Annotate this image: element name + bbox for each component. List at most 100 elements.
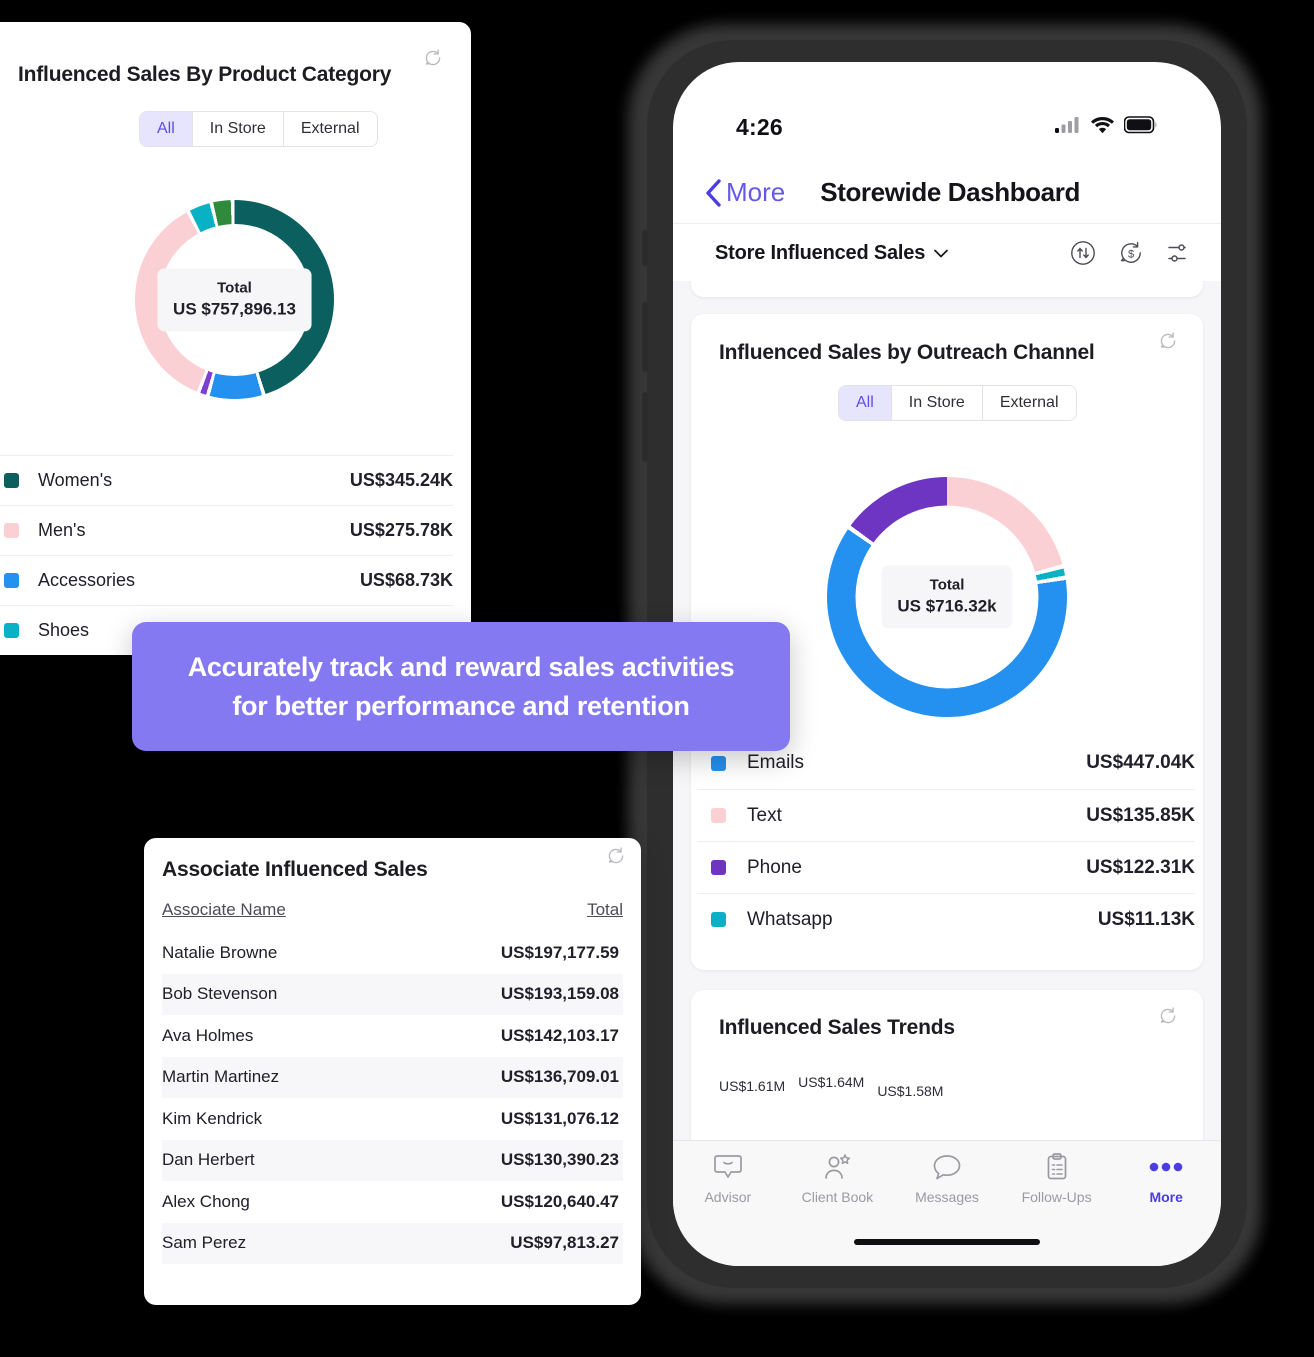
table-header: Associate Name Total: [162, 900, 623, 932]
wifi-icon: [1090, 116, 1115, 139]
card-title: Influenced Sales By Product Category: [18, 63, 392, 86]
banner-text: Accurately track and reward sales activi…: [188, 648, 735, 725]
filter-tab-all[interactable]: All: [140, 112, 193, 146]
filter-tab-in-store[interactable]: In Store: [891, 386, 983, 420]
nav-bar: More Storewide Dashboard: [673, 162, 1221, 224]
cell-total: US$120,640.47: [500, 1191, 619, 1211]
cellular-signal-icon: [1055, 116, 1081, 139]
refresh-icon[interactable]: [606, 846, 626, 866]
category-donut-chart: Total US $757,896.13: [135, 200, 334, 399]
back-button-label[interactable]: More: [726, 177, 785, 208]
tab-label: Messages: [915, 1189, 979, 1205]
donut-center-label: Total US $716.32k: [881, 565, 1013, 629]
phone-volume-up-button[interactable]: [642, 302, 648, 372]
filter-tab-external[interactable]: External: [982, 386, 1076, 420]
cell-total: US$97,813.27: [510, 1233, 619, 1253]
filter-tab-in-store[interactable]: In Store: [192, 112, 284, 146]
legend-color-swatch: [711, 755, 726, 771]
legend-value: US$11.13K: [1097, 908, 1195, 930]
banner-line-2: for better performance and retention: [232, 690, 690, 721]
table-row[interactable]: Bob Stevenson US$193,159.08: [162, 973, 623, 1015]
dashboard-selector-label[interactable]: Store Influenced Sales: [715, 242, 925, 265]
table-row[interactable]: Dan Herbert US$130,390.23: [162, 1139, 623, 1181]
legend-color-swatch: [4, 623, 19, 638]
messages-bubble-icon: [932, 1152, 962, 1182]
legend-color-swatch: [711, 808, 726, 823]
refresh-icon[interactable]: [1158, 331, 1178, 351]
table-row[interactable]: Ava Holmes US$142,103.17: [162, 1015, 623, 1057]
legend-label: Emails: [747, 752, 805, 773]
sort-arrows-icon[interactable]: [1070, 240, 1096, 266]
table-row[interactable]: Sam Perez US$97,813.27: [162, 1222, 623, 1264]
donut-total-value: US $716.32k: [897, 596, 997, 616]
legend-value: US$345.24K: [349, 470, 453, 490]
currency-refresh-icon[interactable]: $: [1118, 240, 1144, 266]
product-category-card: Influenced Sales By Product Category All…: [0, 22, 471, 655]
legend-label: Phone: [747, 856, 802, 878]
card-title: Associate Influenced Sales: [162, 858, 428, 881]
sales-trends-card: Influenced Sales Trends US$1.61M US$1.64M…: [691, 990, 1203, 1140]
legend-label: Women's: [38, 470, 113, 490]
legend-label: Men's: [38, 520, 86, 540]
filter-tab-all[interactable]: All: [839, 386, 892, 420]
chevron-left-icon[interactable]: [705, 178, 721, 207]
trend-data-label: US$1.58M: [877, 1083, 944, 1099]
banner-line-1: Accurately track and reward sales activi…: [187, 652, 735, 683]
tab-follow-ups[interactable]: Follow-Ups: [1002, 1152, 1112, 1205]
table-row[interactable]: Martin Martinez US$136,709.01: [162, 1056, 623, 1098]
legend-row: Men's US$275.78K: [0, 505, 453, 555]
cell-total: US$193,159.08: [500, 984, 619, 1004]
phone-volume-down-button[interactable]: [642, 392, 648, 462]
tab-client-book[interactable]: Client Book: [783, 1152, 893, 1205]
table-row[interactable]: Kim Kendrick US$131,076.12: [162, 1098, 623, 1140]
previous-card-peek: [691, 281, 1203, 297]
advisor-chat-icon: [713, 1152, 743, 1182]
channel-filter-segmented-control: All In Store External: [838, 385, 1077, 421]
card-title: Influenced Sales by Outreach Channel: [719, 341, 1095, 364]
refresh-icon[interactable]: [1158, 1006, 1178, 1026]
table-row[interactable]: Natalie Browne US$197,177.59: [162, 932, 623, 974]
legend-value: US$135.85K: [1086, 804, 1195, 826]
client-book-icon: [822, 1152, 852, 1182]
refresh-icon[interactable]: [423, 48, 443, 68]
filter-tab-external[interactable]: External: [283, 112, 377, 146]
associates-table: Associate Name Total Natalie Browne US$19…: [162, 900, 623, 1264]
legend-color-swatch: [4, 473, 19, 488]
tab-messages[interactable]: Messages: [892, 1152, 1002, 1205]
cell-total: US$131,076.12: [500, 1108, 619, 1128]
battery-icon: [1123, 115, 1158, 139]
legend-row: Women's US$345.24K: [0, 455, 453, 505]
legend-color-swatch: [711, 860, 726, 875]
phone-mute-button[interactable]: [642, 230, 648, 266]
filter-sliders-icon[interactable]: [1166, 240, 1192, 266]
cell-total: US$130,390.23: [500, 1150, 619, 1170]
trend-data-label: US$1.61M: [719, 1078, 786, 1094]
page-title: Storewide Dashboard: [820, 177, 1080, 207]
cell-associate-name: Alex Chong: [162, 1191, 250, 1211]
svg-text:$: $: [1128, 248, 1134, 260]
cell-associate-name: Bob Stevenson: [162, 984, 278, 1004]
legend-label: Text: [747, 804, 782, 826]
cell-total: US$197,177.59: [500, 942, 619, 962]
column-header-total[interactable]: Total: [587, 900, 623, 920]
legend-row: Phone US$122.31K: [697, 841, 1195, 893]
dashboard-toolbar: Store Influenced Sales $: [673, 225, 1221, 281]
tab-more[interactable]: More: [1111, 1152, 1221, 1205]
trend-data-labels: US$1.61M US$1.64M US$1.58M: [719, 1074, 943, 1099]
column-header-name[interactable]: Associate Name: [162, 900, 587, 920]
cell-associate-name: Natalie Browne: [162, 942, 278, 962]
legend-color-swatch: [711, 912, 726, 927]
donut-total-value: US $757,896.13: [173, 299, 296, 319]
legend-label: Whatsapp: [747, 908, 833, 930]
table-row[interactable]: Alex Chong US$120,640.47: [162, 1181, 623, 1223]
donut-total-label: Total: [929, 576, 965, 594]
trend-data-label: US$1.64M: [798, 1074, 865, 1090]
tab-advisor[interactable]: Advisor: [673, 1152, 783, 1205]
category-filter-segmented-control: All In Store External: [139, 111, 378, 147]
cell-total: US$136,709.01: [500, 1067, 619, 1087]
legend-row: Text US$135.85K: [697, 789, 1195, 841]
tab-label: More: [1149, 1189, 1183, 1205]
clipboard-checklist-icon: [1042, 1152, 1072, 1182]
chevron-down-icon[interactable]: [934, 249, 948, 258]
legend-value: US$275.78K: [349, 520, 453, 540]
